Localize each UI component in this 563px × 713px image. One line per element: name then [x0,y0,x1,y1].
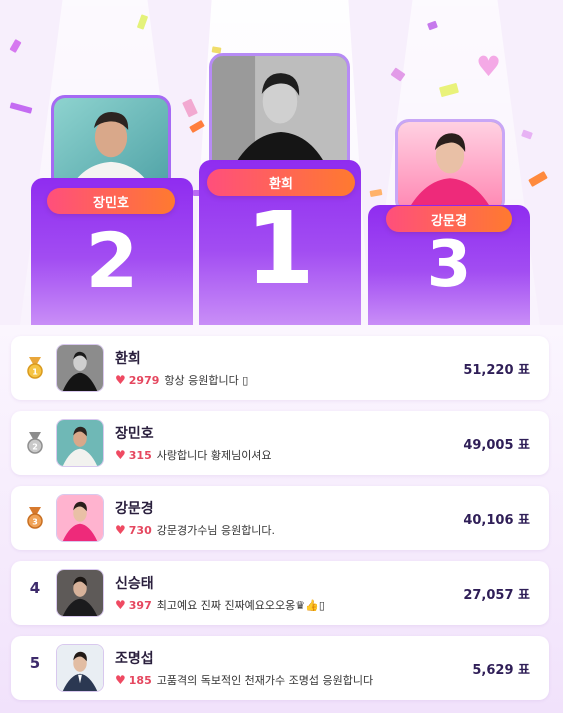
vote-count: 51,220 표 [463,363,530,378]
svg-text:2: 2 [32,443,38,452]
rank-number: 5 [29,654,41,672]
heart-icon: ♥ [115,673,126,687]
heart-count: 315 [128,448,152,462]
message-text: 최고예요 진짜 진짜예요오오옹♛👍▯ [156,599,325,612]
heart-icon: ♥ [115,448,126,462]
heart-count: 185 [128,673,152,687]
podium-section: ♥ 2 1 3 환희 장민호 강문경 [0,0,563,325]
heart-icon: ♥ [115,598,126,612]
rank-number: 4 [29,579,41,597]
ranking-row[interactable]: 5 조명섭 ♥ 185 고품격의 독보적인 천재가수 조명섭 응원합니다 5,6… [11,636,549,700]
podium-rank-first: 1 [245,190,315,307]
heart-count: 2979 [128,373,160,387]
message-text: 고품격의 독보적인 천재가수 조명섭 응원합니다 [156,674,374,687]
message-text: 항상 응원합니다 ▯ [164,374,249,387]
artist-name: 강문경 [115,501,154,517]
confetti [528,171,548,187]
avatar [56,644,104,692]
svg-text:1: 1 [32,368,38,377]
artist-name: 신승태 [115,576,154,592]
message-text: 사랑합니다 황제님이셔요 [156,449,272,462]
heart-count: 397 [128,598,152,612]
podium-name-first: 환희 [207,169,355,196]
podium-rank-second: 2 [85,216,139,305]
podium-rank-third: 3 [426,228,472,302]
avatar [56,344,104,392]
heart-decoration-icon: ♥ [476,50,502,83]
vote-count: 27,057 표 [463,588,530,603]
bronze-medal-icon: 3 [24,506,46,530]
avatar [56,494,104,542]
cheer-message: ♥ 315 사랑합니다 황제님이셔요 [115,447,272,463]
ranking-row[interactable]: 3 강문경 ♥ 730 강문경가수님 응원합니다. 40,106 표 [11,486,549,550]
cheer-message: ♥ 730 강문경가수님 응원합니다. [115,522,275,538]
podium-name-third: 강문경 [386,206,512,232]
heart-icon: ♥ [115,373,126,387]
ranking-row[interactable]: 1 환희 ♥ 2979 항상 응원합니다 ▯ 51,220 표 [11,336,549,400]
confetti [9,102,33,114]
vote-count: 49,005 표 [463,438,530,453]
artist-name: 환희 [115,351,141,367]
svg-text:3: 3 [32,518,38,527]
avatar [56,569,104,617]
confetti [521,129,533,140]
cheer-message: ♥ 2979 항상 응원합니다 ▯ [115,372,248,388]
ranking-row[interactable]: 4 신승태 ♥ 397 최고예요 진짜 진짜예요오오옹♛👍▯ 27,057 표 [11,561,549,625]
cheer-message: ♥ 185 고품격의 독보적인 천재가수 조명섭 응원합니다 [115,672,373,688]
podium-photo-first [209,53,350,174]
heart-count: 730 [128,523,152,537]
ranking-list: 1 환희 ♥ 2979 항상 응원합니다 ▯ 51,220 표 2 장민호 ♥ … [0,325,563,713]
gold-medal-icon: 1 [24,356,46,380]
heart-icon: ♥ [115,523,126,537]
podium-name-second: 장민호 [47,188,175,214]
confetti [369,189,383,197]
vote-count: 5,629 표 [472,663,530,678]
artist-name: 조명섭 [115,651,154,667]
message-text: 강문경가수님 응원합니다. [156,524,276,537]
podium-photo-third [395,119,505,214]
confetti [9,39,22,53]
confetti [182,98,198,118]
artist-name: 장민호 [115,426,154,442]
confetti [189,119,205,134]
silver-medal-icon: 2 [24,431,46,455]
cheer-message: ♥ 397 최고예요 진짜 진짜예요오오옹♛👍▯ [115,597,325,613]
ranking-row[interactable]: 2 장민호 ♥ 315 사랑합니다 황제님이셔요 49,005 표 [11,411,549,475]
avatar [56,419,104,467]
vote-count: 40,106 표 [463,513,530,528]
